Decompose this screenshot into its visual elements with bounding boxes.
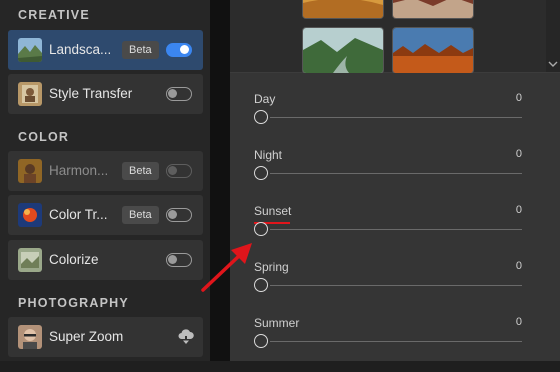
slider-label: Sunset [254, 204, 292, 218]
harmonization-thumbnail [18, 159, 42, 183]
colorize-thumbnail [18, 248, 42, 272]
filter-item-harmonization: Harmon... Beta [8, 151, 203, 191]
panel-divider [210, 0, 230, 361]
filter-item-colorize[interactable]: Colorize [8, 240, 203, 280]
section-title-photography: PHOTOGRAPHY [18, 296, 129, 310]
landscape-preset-gallery [230, 0, 560, 73]
slider-track[interactable] [270, 173, 522, 174]
section-title-color: COLOR [18, 130, 70, 144]
slider-summer: Summer 0 [252, 316, 522, 372]
slider-label: Summer [254, 316, 300, 330]
cloud-download-icon[interactable] [178, 328, 194, 346]
slider-night: Night 0 [252, 148, 522, 204]
beta-badge: Beta [122, 206, 159, 224]
preset-desert[interactable] [303, 0, 383, 18]
style-transfer-thumbnail [18, 82, 42, 106]
gallery-scrollbar[interactable] [546, 0, 560, 72]
beta-badge: Beta [122, 162, 159, 180]
filter-item-label: Style Transfer [49, 86, 133, 101]
slider-value: 0 [515, 204, 522, 216]
beta-badge: Beta [122, 41, 159, 59]
slider-value: 0 [515, 316, 522, 328]
slider-track[interactable] [270, 285, 522, 286]
slider-label: Day [254, 92, 276, 106]
slider-value: 0 [515, 260, 522, 272]
slider-value: 0 [515, 92, 522, 104]
preset-green-valley[interactable] [303, 28, 383, 73]
slider-spring: Spring 0 [252, 260, 522, 316]
filter-item-label: Landsca... [49, 42, 112, 57]
preset-autumn-forest[interactable] [393, 28, 473, 73]
color-transfer-thumbnail [18, 203, 42, 227]
slider-track[interactable] [270, 341, 522, 342]
slider-handle[interactable] [254, 222, 268, 236]
slider-handle[interactable] [254, 278, 268, 292]
filter-settings-panel: Day 0 Night 0 Sunset 0 Spring 0 Summer 0 [230, 0, 560, 361]
slider-label: Night [254, 148, 283, 162]
slider-sunset: Sunset 0 [252, 204, 522, 260]
slider-handle[interactable] [254, 166, 268, 180]
filter-item-style-transfer[interactable]: Style Transfer [8, 74, 203, 114]
filter-item-color-transfer[interactable]: Color Tr... Beta [8, 195, 203, 235]
slider-value: 0 [515, 148, 522, 160]
filter-item-super-zoom[interactable]: Super Zoom [8, 317, 203, 357]
super-zoom-thumbnail [18, 325, 42, 349]
landscape-toggle[interactable] [166, 43, 192, 57]
filter-item-label: Super Zoom [49, 329, 124, 344]
filter-item-label: Harmon... [49, 163, 109, 178]
color-transfer-toggle[interactable] [166, 208, 192, 222]
filter-item-label: Colorize [49, 252, 99, 267]
slider-handle[interactable] [254, 110, 268, 124]
slider-day: Day 0 [252, 92, 522, 148]
time-season-sliders: Day 0 Night 0 Sunset 0 Spring 0 Summer 0 [230, 73, 560, 361]
slider-track[interactable] [270, 117, 522, 118]
neural-filters-panel: CREATIVE Landsca... Beta Style Transfer … [0, 0, 210, 361]
style-transfer-toggle[interactable] [166, 87, 192, 101]
slider-handle[interactable] [254, 334, 268, 348]
preset-canyon[interactable] [393, 0, 473, 18]
colorize-toggle[interactable] [166, 253, 192, 267]
section-title-creative: CREATIVE [18, 8, 90, 22]
harmonization-toggle [166, 164, 192, 178]
slider-label: Spring [254, 260, 289, 274]
slider-track[interactable] [270, 229, 522, 230]
landscape-thumbnail [18, 38, 42, 62]
filter-item-label: Color Tr... [49, 207, 108, 222]
filter-item-landscape-mixer[interactable]: Landsca... Beta [8, 30, 203, 70]
